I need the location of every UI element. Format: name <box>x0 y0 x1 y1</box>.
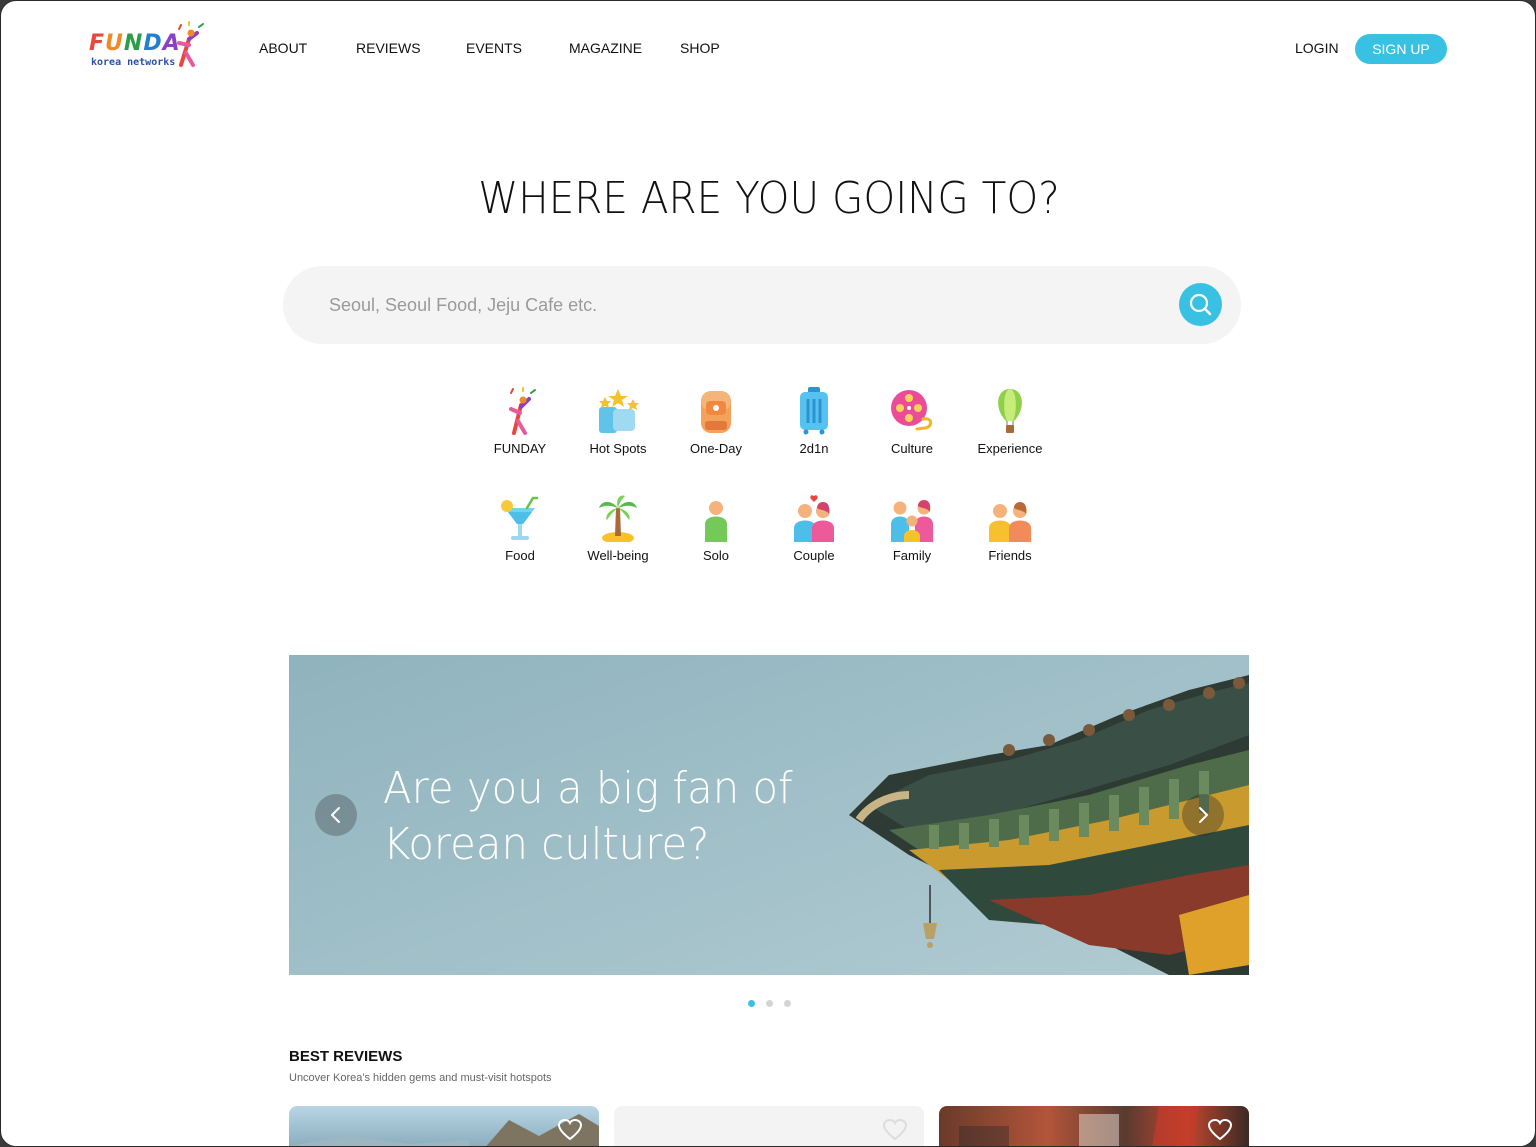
heart-icon[interactable] <box>882 1118 908 1142</box>
category-solo[interactable]: Solo <box>671 494 761 574</box>
review-photo <box>289 1114 599 1146</box>
stars-icon <box>599 389 639 433</box>
search-icon <box>1189 293 1212 316</box>
family-icon <box>891 500 933 542</box>
carousel-prev-button[interactable] <box>315 794 357 836</box>
banner-headline: Are you a big fan of Korean culture? <box>383 761 793 873</box>
heart-icon[interactable] <box>557 1118 583 1142</box>
suitcase-icon <box>800 387 828 435</box>
carousel-next-button[interactable] <box>1182 794 1224 836</box>
friends-icon <box>989 502 1031 542</box>
category-label: Solo <box>702 548 730 563</box>
category-family[interactable]: Family <box>867 494 957 574</box>
carousel-dot-1[interactable] <box>748 1000 755 1007</box>
search-bar <box>283 266 1241 344</box>
category-well-being[interactable]: Well-being <box>573 494 663 574</box>
banner-line-2: Korean culture? <box>383 819 710 870</box>
cocktail-icon <box>501 496 539 540</box>
page-frame: FUNDA korea networks ABOUT REVIEWS EVENT… <box>0 0 1536 1147</box>
category-label: Friends <box>988 548 1032 563</box>
category-label: Family <box>892 548 932 563</box>
nav-about[interactable]: ABOUT <box>259 40 307 56</box>
palm-tree-icon <box>599 495 637 542</box>
backpack-icon <box>701 391 731 433</box>
category-label: Food <box>505 548 535 563</box>
category-funday[interactable]: FUNDAY <box>475 387 565 467</box>
logo-subtitle: korea networks <box>91 57 176 68</box>
category-food[interactable]: Food <box>475 494 565 574</box>
banner-line-1: Are you a big fan of <box>383 763 793 814</box>
film-reel-icon <box>891 390 933 431</box>
review-card[interactable] <box>614 1106 924 1146</box>
couple-icon <box>794 495 834 542</box>
login-link[interactable]: LOGIN <box>1295 40 1339 56</box>
review-card[interactable] <box>289 1106 599 1146</box>
category-one-day[interactable]: One-Day <box>671 387 761 467</box>
search-button[interactable] <box>1179 283 1222 326</box>
category-label: FUNDAY <box>493 441 547 456</box>
person-icon <box>705 501 727 542</box>
logo-wordmark: FUNDA <box>89 31 181 56</box>
carousel-dot-2[interactable] <box>766 1000 773 1007</box>
chevron-left-icon <box>331 807 340 823</box>
category-experience[interactable]: Experience <box>965 387 1055 467</box>
chevron-right-icon <box>1199 807 1208 823</box>
category-label: Hot Spots <box>589 441 647 456</box>
category-label: 2d1n <box>799 441 829 456</box>
category-label: Couple <box>793 548 835 563</box>
hero-banner: Are you a big fan of Korean culture? <box>289 655 1249 975</box>
carousel-dot-3[interactable] <box>784 1000 791 1007</box>
hero-title: WHERE ARE YOU GOING TO? <box>478 173 1060 224</box>
funday-figure-icon <box>509 387 536 435</box>
category-label: Experience <box>977 441 1043 456</box>
nav-reviews[interactable]: REVIEWS <box>356 40 421 56</box>
category-label: One-Day <box>689 441 743 456</box>
category-label: Well-being <box>587 548 649 563</box>
search-input[interactable] <box>329 290 1149 320</box>
nav-magazine[interactable]: MAGAZINE <box>569 40 642 56</box>
category-couple[interactable]: Couple <box>769 494 859 574</box>
hot-air-balloon-icon <box>998 389 1022 433</box>
nav-shop[interactable]: SHOP <box>680 40 720 56</box>
review-photo <box>959 1106 1199 1146</box>
signup-button[interactable]: SIGN UP <box>1355 34 1447 64</box>
heart-icon[interactable] <box>1207 1118 1233 1142</box>
category-culture[interactable]: Culture <box>867 387 957 467</box>
review-card[interactable] <box>939 1106 1249 1146</box>
category-friends[interactable]: Friends <box>965 494 1055 574</box>
category-label: Culture <box>891 441 933 456</box>
category-2d1n[interactable]: 2d1n <box>769 387 859 467</box>
best-reviews-title: BEST REVIEWS <box>289 1048 403 1065</box>
nav-events[interactable]: EVENTS <box>466 40 522 56</box>
funday-logo[interactable]: FUNDA korea networks <box>89 21 207 71</box>
best-reviews-subtitle: Uncover Korea's hidden gems and must-vis… <box>289 1072 552 1084</box>
category-hot-spots[interactable]: Hot Spots <box>573 387 663 467</box>
funday-figure-icon <box>177 21 204 67</box>
